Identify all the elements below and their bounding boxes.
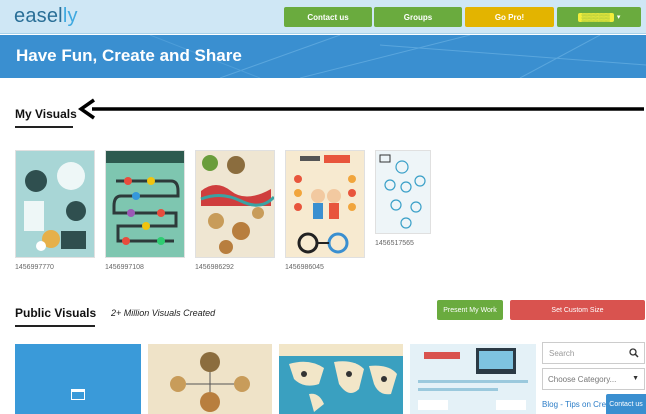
category-select[interactable]: Choose Category... ▼	[542, 368, 645, 390]
search-icon[interactable]	[629, 348, 639, 358]
search-input[interactable]: Search	[542, 342, 645, 364]
logo-accent-text: ly	[62, 5, 78, 27]
visual-thumbnail-5[interactable]	[375, 150, 431, 234]
contact-us-label: Contact us	[307, 12, 349, 22]
search-placeholder: Search	[549, 349, 575, 358]
new-visual-card[interactable]	[15, 344, 141, 414]
user-name-redacted: ▒▒▒▒▒	[577, 12, 614, 22]
visual-thumbnail-4[interactable]	[285, 150, 365, 258]
go-pro-label: Go Pro!	[494, 12, 525, 22]
groups-nav-button[interactable]: Groups	[374, 7, 462, 27]
visual-caption-1: 1456997770	[15, 264, 54, 271]
hero-banner: Have Fun, Create and Share	[0, 35, 646, 78]
chevron-down-icon: ▼	[632, 375, 639, 382]
public-visuals-heading: Public Visuals	[15, 306, 97, 320]
infographic-thumbnail-image	[376, 151, 430, 233]
visual-caption-3: 1456986292	[195, 264, 234, 271]
logo-main-text: easel	[14, 5, 63, 27]
groups-label: Groups	[403, 12, 433, 22]
contact-us-nav-button[interactable]: Contact us	[284, 7, 372, 27]
visual-caption-5: 1456517565	[375, 240, 414, 247]
infographic-thumbnail-image	[279, 344, 403, 414]
contact-us-tab[interactable]: Contact us	[606, 394, 646, 414]
infographic-thumbnail-image	[410, 344, 536, 414]
visual-thumbnail-2[interactable]	[105, 150, 185, 258]
present-my-work-button[interactable]: Present My Work	[437, 300, 503, 320]
window-icon	[71, 389, 85, 400]
visual-thumbnail-1[interactable]	[15, 150, 95, 258]
top-nav-bar: easelly Contact us Groups Go Pro! ▒▒▒▒▒ …	[0, 0, 646, 34]
category-placeholder: Choose Category...	[548, 375, 617, 384]
infographic-thumbnail-image	[196, 151, 274, 257]
chevron-down-icon: ▾	[616, 14, 621, 21]
arrow-annotation	[78, 98, 644, 120]
banner-title: Have Fun, Create and Share	[16, 46, 242, 65]
go-pro-nav-button[interactable]: Go Pro!	[465, 7, 554, 27]
infographic-thumbnail-image	[286, 151, 364, 257]
visual-caption-2: 1456997108	[105, 264, 144, 271]
public-visual-card-1[interactable]	[148, 344, 272, 414]
infographic-thumbnail-image	[106, 151, 184, 257]
public-visuals-underline	[15, 325, 95, 327]
set-custom-size-button[interactable]: Set Custom Size	[510, 300, 645, 320]
blog-tips-link[interactable]: Blog - Tips on Crea	[542, 400, 610, 409]
public-visual-card-3[interactable]	[410, 344, 536, 414]
infographic-thumbnail-image	[16, 151, 94, 257]
visual-thumbnail-3[interactable]	[195, 150, 275, 258]
user-menu-button[interactable]: ▒▒▒▒▒ ▾	[557, 7, 641, 27]
infographic-thumbnail-image	[148, 344, 272, 414]
my-visuals-heading: My Visuals	[15, 107, 77, 121]
my-visuals-underline	[15, 126, 73, 128]
visuals-created-count: 2+ Million Visuals Created	[111, 308, 216, 318]
visual-caption-4: 1456986045	[285, 264, 324, 271]
easelly-logo[interactable]: easelly	[14, 5, 78, 28]
public-visual-card-2[interactable]	[279, 344, 403, 414]
